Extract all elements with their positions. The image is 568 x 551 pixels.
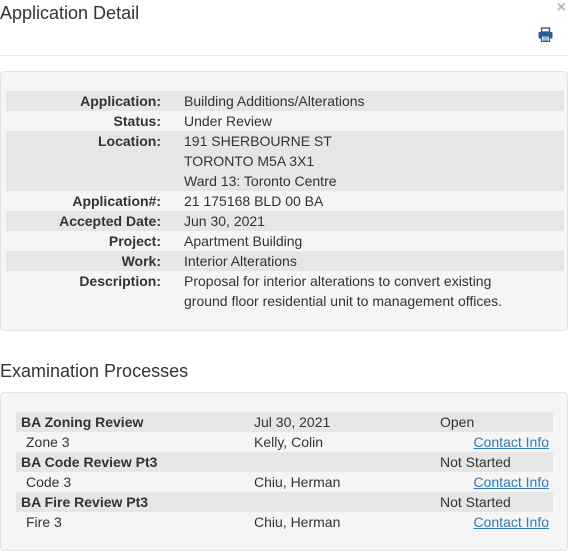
contact-info-link[interactable]: Contact Info — [474, 512, 550, 532]
detail-label: Description: — [79, 273, 161, 289]
examiner-code: Fire 3 — [26, 514, 62, 530]
process-date — [254, 452, 440, 472]
detail-label: Location: — [6, 131, 184, 191]
process-date: Jul 30, 2021 — [254, 412, 440, 432]
print-icon[interactable] — [538, 27, 553, 43]
detail-row-status: Status: Under Review — [6, 111, 564, 131]
process-row: BA Code Review Pt3 Not Started — [16, 452, 553, 472]
process-row: BA Fire Review Pt3 Not Started — [16, 492, 553, 512]
detail-label: Application#: — [72, 193, 161, 209]
header-divider — [0, 55, 568, 56]
examiner-row: Code 3 Chiu, Herman Contact Info — [16, 472, 553, 492]
examiner-name: Chiu, Herman — [254, 514, 341, 530]
application-detail-panel: Application: Building Additions/Alterati… — [0, 71, 568, 331]
detail-value: Interior Alterations — [184, 251, 564, 271]
process-status: Open — [440, 412, 553, 432]
detail-label: Status: — [113, 113, 161, 129]
location-line: Ward 13: Toronto Centre — [184, 173, 337, 189]
process-date — [254, 492, 440, 512]
process-name: BA Zoning Review — [16, 412, 254, 432]
detail-row-location: Location: 191 SHERBOURNE ST TORONTO M5A … — [6, 131, 564, 191]
location-line: 191 SHERBOURNE ST — [184, 133, 332, 149]
examiner-row: Zone 3 Kelly, Colin Contact Info — [16, 432, 553, 452]
process-row: BA Zoning Review Jul 30, 2021 Open — [16, 412, 553, 432]
detail-label: Accepted Date: — [6, 211, 184, 231]
detail-row-accepted-date: Accepted Date: Jun 30, 2021 — [6, 211, 564, 231]
detail-value: 191 SHERBOURNE ST TORONTO M5A 3X1 Ward 1… — [184, 131, 564, 191]
examination-table: BA Zoning Review Jul 30, 2021 Open Zone … — [16, 412, 553, 532]
contact-info-link[interactable]: Contact Info — [474, 432, 550, 452]
detail-value: Apartment Building — [184, 233, 303, 249]
process-name: BA Fire Review Pt3 — [16, 492, 254, 512]
detail-label: Application: — [6, 91, 184, 111]
detail-value: Under Review — [184, 113, 272, 129]
examination-panel: BA Zoning Review Jul 30, 2021 Open Zone … — [0, 392, 568, 551]
modal-title: Application Detail — [0, 3, 140, 23]
examiner-row: Fire 3 Chiu, Herman Contact Info — [16, 512, 553, 532]
location-line: TORONTO M5A 3X1 — [184, 153, 315, 169]
examiner-code: Zone 3 — [26, 434, 70, 450]
detail-row-application: Application: Building Additions/Alterati… — [6, 91, 564, 111]
description-line: ground floor residential unit to managem… — [184, 293, 503, 309]
detail-row-work: Work: Interior Alterations — [6, 251, 564, 271]
detail-row-application-number: Application#: 21 175168 BLD 00 BA — [6, 191, 564, 211]
detail-value: 21 175168 BLD 00 BA — [184, 193, 324, 209]
process-name: BA Code Review Pt3 — [16, 452, 254, 472]
detail-row-project: Project: Apartment Building — [6, 231, 564, 251]
detail-label: Work: — [6, 251, 184, 271]
contact-info-link[interactable]: Contact Info — [474, 472, 550, 492]
examiner-name: Chiu, Herman — [254, 474, 341, 490]
detail-table: Application: Building Additions/Alterati… — [6, 91, 564, 311]
section-title-examination: Examination Processes — [0, 361, 189, 381]
examiner-code: Code 3 — [26, 474, 72, 490]
detail-value: Building Additions/Alterations — [184, 91, 564, 111]
detail-value: Jun 30, 2021 — [184, 211, 564, 231]
detail-row-description: Description: Proposal for interior alter… — [6, 271, 564, 311]
description-line: Proposal for interior alterations to con… — [184, 273, 492, 289]
process-status: Not Started — [440, 492, 553, 512]
detail-value: Proposal for interior alterations to con… — [184, 271, 564, 311]
detail-label: Project: — [108, 233, 161, 249]
process-status: Not Started — [440, 452, 553, 472]
close-icon[interactable]: × — [557, 0, 566, 16]
examiner-name: Kelly, Colin — [254, 434, 323, 450]
